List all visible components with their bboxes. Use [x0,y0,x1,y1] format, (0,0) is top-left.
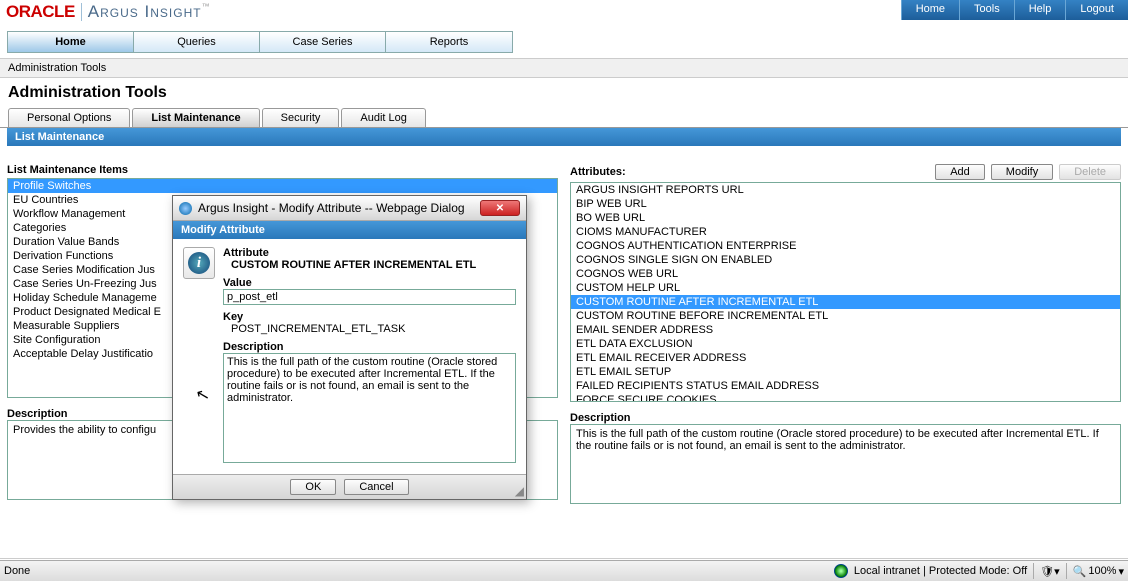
tab-case-series[interactable]: Case Series [260,32,386,52]
ok-button[interactable]: OK [290,479,336,495]
dialog-subheader: Modify Attribute [173,221,526,239]
page-title: Administration Tools [0,78,1128,108]
subtab-list-maintenance[interactable]: List Maintenance [132,108,259,127]
protected-mode-icon[interactable]: 🛡▾ [1040,565,1060,578]
breadcrumb: Administration Tools [0,58,1128,78]
tab-home[interactable]: Home [8,32,134,52]
description-textarea[interactable]: This is the full path of the custom rout… [223,353,516,463]
topnav-tools[interactable]: Tools [959,0,1014,20]
list-item[interactable]: BIP WEB URL [571,197,1120,211]
modify-button[interactable]: Modify [991,164,1053,180]
add-button[interactable]: Add [935,164,985,180]
dialog-titlebar[interactable]: Argus Insight - Modify Attribute -- Webp… [173,196,526,221]
list-item[interactable]: COGNOS AUTHENTICATION ENTERPRISE [571,239,1120,253]
list-item[interactable]: CUSTOM ROUTINE AFTER INCREMENTAL ETL [571,295,1120,309]
tab-queries[interactable]: Queries [134,32,260,52]
dialog-title: Argus Insight - Modify Attribute -- Webp… [198,201,465,215]
list-item[interactable]: CUSTOM HELP URL [571,281,1120,295]
description-label: Description [223,341,516,353]
list-item[interactable]: FAILED RECIPIENTS STATUS EMAIL ADDRESS [571,379,1120,393]
left-col-header: List Maintenance Items [7,164,128,176]
list-item[interactable]: ETL EMAIL RECEIVER ADDRESS [571,351,1120,365]
topnav-help[interactable]: Help [1014,0,1066,20]
key-value: POST_INCREMENTAL_ETL_TASK [223,323,516,335]
attribute-label: Attribute [223,247,516,259]
subtab-personal-options[interactable]: Personal Options [8,108,130,127]
list-item[interactable]: EMAIL SENDER ADDRESS [571,323,1120,337]
subtabs: Personal Options List Maintenance Securi… [0,108,1128,128]
product-name: Argus Insight™ [88,2,211,22]
status-done: Done [4,565,30,577]
attributes-list[interactable]: ARGUS INSIGHT REPORTS URLBIP WEB URLBO W… [570,182,1121,402]
close-icon[interactable]: ✕ [480,200,520,216]
list-item[interactable]: ETL DATA EXCLUSION [571,337,1120,351]
oracle-wordmark: ORACLE [6,2,75,22]
list-item[interactable]: BO WEB URL [571,211,1120,225]
ie-icon [179,202,192,215]
list-item[interactable]: FORCE SECURE COOKIES [571,393,1120,402]
tab-reports[interactable]: Reports [386,32,512,52]
attribute-value: CUSTOM ROUTINE AFTER INCREMENTAL ETL [223,259,516,271]
right-desc-box: This is the full path of the custom rout… [570,424,1121,504]
key-label: Key [223,311,516,323]
globe-icon [834,564,848,578]
app-logo: ORACLE Argus Insight™ [0,0,217,24]
list-item[interactable]: CIOMS MANUFACTURER [571,225,1120,239]
topnav-home[interactable]: Home [901,0,959,20]
attributes-header: Attributes: [570,166,626,178]
topnav-logout[interactable]: Logout [1065,0,1128,20]
zoom-icon: 🔍 [1073,565,1087,578]
value-input[interactable] [223,289,516,305]
modify-attribute-dialog: Argus Insight - Modify Attribute -- Webp… [172,195,527,500]
list-item[interactable]: COGNOS WEB URL [571,267,1120,281]
section-header: List Maintenance [7,128,1121,146]
top-nav: Home Tools Help Logout [901,0,1128,20]
zoom-value: 100% [1088,565,1116,577]
chevron-down-icon[interactable]: ▾ [1118,565,1124,578]
list-item[interactable]: ETL EMAIL SETUP [571,365,1120,379]
resize-grip-icon[interactable]: ◢ [515,484,524,498]
info-icon: i [183,247,215,279]
subtab-audit-log[interactable]: Audit Log [341,108,425,127]
cancel-button[interactable]: Cancel [344,479,408,495]
zoom-control[interactable]: 🔍 100% ▾ [1073,565,1124,578]
value-label: Value [223,277,516,289]
list-item[interactable]: ARGUS INSIGHT REPORTS URL [571,183,1120,197]
status-bar: Done Local intranet | Protected Mode: Of… [0,560,1128,581]
delete-button: Delete [1059,164,1121,180]
list-item[interactable]: CUSTOM ROUTINE BEFORE INCREMENTAL ETL [571,309,1120,323]
list-item[interactable]: Profile Switches [8,179,557,193]
main-nav: Home Queries Case Series Reports [7,31,513,53]
logo-divider [81,3,82,21]
security-zone: Local intranet | Protected Mode: Off [854,565,1027,577]
list-item[interactable]: COGNOS SINGLE SIGN ON ENABLED [571,253,1120,267]
right-desc-label: Description [570,412,1121,424]
subtab-security[interactable]: Security [262,108,340,127]
